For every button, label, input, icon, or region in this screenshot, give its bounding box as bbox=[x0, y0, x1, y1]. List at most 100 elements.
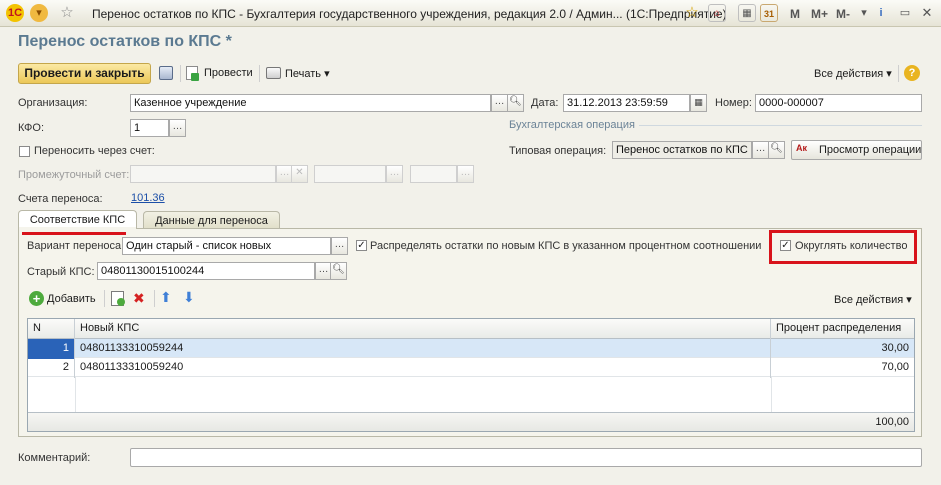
move-down-icon[interactable]: ⬇ bbox=[183, 289, 195, 306]
operation-type-search-icon[interactable]: 🔍︎ bbox=[768, 141, 785, 159]
print-button[interactable]: Печать ▾ bbox=[285, 67, 330, 80]
table-row[interactable]: 2 04801133310059240 70,00 bbox=[28, 358, 914, 378]
group-divider bbox=[639, 125, 922, 126]
comment-input[interactable] bbox=[130, 448, 922, 467]
percent-total: 100,00 bbox=[875, 416, 909, 428]
organization-search-icon[interactable]: 🔍︎ bbox=[507, 94, 524, 112]
intermediate-account-label: Промежуточный счет: bbox=[18, 169, 130, 181]
table-header: N Новый КПС Процент распределения bbox=[28, 319, 914, 339]
number-label: Номер: bbox=[715, 97, 752, 109]
intermediate-account-clear-button[interactable]: ✕ bbox=[291, 165, 308, 183]
mem-m-button[interactable]: M bbox=[790, 7, 800, 21]
new-kps-cell[interactable]: 04801133310059240 bbox=[75, 358, 771, 378]
intermediate-subconto2-input[interactable] bbox=[410, 165, 457, 183]
mem-plus-button[interactable]: M+ bbox=[811, 7, 828, 21]
delete-icon[interactable]: ✖ bbox=[133, 290, 145, 307]
copy-row-icon[interactable] bbox=[111, 291, 125, 306]
old-kps-label: Старый КПС: bbox=[27, 266, 95, 278]
kfo-select-button[interactable]: … bbox=[169, 119, 186, 137]
add-row-button[interactable]: Добавить bbox=[47, 293, 96, 305]
kfo-input[interactable]: 1 bbox=[130, 119, 169, 137]
menu-dropdown-icon[interactable]: ▾ bbox=[30, 4, 48, 22]
form-title: Перенос остатков по КПС * bbox=[18, 33, 232, 50]
app-logo-icon[interactable]: 1С bbox=[6, 4, 24, 22]
operation-type-label: Типовая операция: bbox=[509, 145, 607, 157]
intermediate-subconto1-select-button[interactable]: … bbox=[386, 165, 403, 183]
grid-all-actions-menu[interactable]: Все действия ▾ bbox=[834, 293, 912, 306]
organization-label: Организация: bbox=[18, 97, 88, 109]
all-actions-menu[interactable]: Все действия ▾ bbox=[814, 67, 892, 80]
new-kps-cell[interactable]: 04801133310059244 bbox=[75, 339, 771, 359]
operation-type-input[interactable]: Перенос остатков по КПС bbox=[612, 141, 752, 159]
print-button-label: Печать bbox=[285, 68, 322, 80]
old-kps-search-icon[interactable]: 🔍︎ bbox=[330, 262, 347, 280]
transfer-accounts-link[interactable]: 101.36 bbox=[131, 192, 165, 204]
comment-label: Комментарий: bbox=[18, 452, 91, 464]
via-account-checkbox[interactable] bbox=[19, 146, 30, 157]
window-title: Перенос остатков по КПС - Бухгалтерия го… bbox=[92, 7, 727, 21]
kps-table[interactable]: N Новый КПС Процент распределения 1 0480… bbox=[27, 318, 915, 432]
column-header-n[interactable]: N bbox=[28, 319, 75, 339]
add-icon[interactable]: + bbox=[29, 291, 44, 306]
column-header-percent[interactable]: Процент распределения bbox=[771, 319, 914, 339]
number-input[interactable]: 0000-000007 bbox=[755, 94, 922, 112]
toolbar-separator bbox=[259, 65, 260, 82]
table-row[interactable]: 1 04801133310059244 30,00 bbox=[28, 339, 914, 359]
intermediate-account-input[interactable] bbox=[130, 165, 276, 183]
calendar-icon[interactable]: 31 bbox=[760, 4, 778, 22]
window-title-bar: 1С ▾ ☆ Перенос остатков по КПС - Бухгалт… bbox=[0, 0, 941, 27]
column-header-new-kps[interactable]: Новый КПС bbox=[75, 319, 771, 339]
toolbar-separator bbox=[104, 290, 105, 307]
transfer-accounts-label: Счета переноса: bbox=[18, 193, 103, 205]
organization-input[interactable]: Казенное учреждение bbox=[130, 94, 491, 112]
transfer-variant-label: Вариант переноса: bbox=[27, 240, 125, 252]
move-up-icon[interactable]: ⬆ bbox=[160, 289, 172, 306]
toolbar-separator bbox=[180, 65, 181, 82]
favorite-icon[interactable]: ☆ bbox=[683, 4, 701, 22]
percent-cell[interactable]: 30,00 bbox=[771, 339, 914, 359]
operation-dt-kt-icon: Aк bbox=[796, 143, 808, 153]
round-quantity-label: Округлять количество bbox=[795, 240, 908, 252]
distribute-percent-checkbox[interactable]: ✓ bbox=[356, 240, 367, 251]
close-icon[interactable]: ✕ bbox=[918, 4, 936, 22]
tab-active-cover bbox=[19, 227, 136, 230]
transfer-variant-select[interactable]: Один старый - список новых bbox=[122, 237, 331, 255]
save-icon[interactable] bbox=[159, 66, 173, 80]
star-icon[interactable]: ☆ bbox=[58, 4, 76, 22]
date-input[interactable]: 31.12.2013 23:59:59 bbox=[563, 94, 690, 112]
view-operation-button[interactable]: Aк Просмотр операции bbox=[791, 140, 922, 160]
window-menu-icon[interactable]: ▾ bbox=[855, 4, 873, 22]
via-account-label: Переносить через счет: bbox=[34, 145, 155, 157]
post-and-close-button[interactable]: Провести и закрыть bbox=[18, 63, 151, 84]
row-number-cell[interactable]: 1 bbox=[28, 339, 75, 359]
post-doc-icon[interactable] bbox=[186, 66, 199, 81]
column-divider bbox=[771, 377, 772, 412]
home-icon[interactable]: ⌂ bbox=[708, 4, 726, 22]
mem-minus-button[interactable]: M- bbox=[836, 7, 850, 21]
grid-all-actions-label: Все действия bbox=[834, 294, 904, 306]
restore-icon[interactable]: ▭ bbox=[896, 4, 914, 22]
operation-type-select-button[interactable]: … bbox=[752, 141, 769, 159]
intermediate-subconto2-select-button[interactable]: … bbox=[457, 165, 474, 183]
info-icon[interactable]: i bbox=[872, 4, 890, 22]
view-operation-label: Просмотр операции bbox=[819, 144, 922, 156]
printer-icon[interactable] bbox=[266, 67, 281, 79]
help-icon[interactable]: ? bbox=[904, 65, 920, 81]
organization-select-button[interactable]: … bbox=[491, 94, 508, 112]
old-kps-input[interactable]: 04801130015100244 bbox=[97, 262, 315, 280]
percent-cell[interactable]: 70,00 bbox=[771, 358, 914, 378]
toolbar-separator bbox=[898, 65, 899, 82]
calculator-icon[interactable]: ▦ bbox=[738, 4, 756, 22]
table-footer: 100,00 bbox=[28, 412, 914, 431]
post-button[interactable]: Провести bbox=[204, 67, 253, 79]
distribute-percent-label: Распределять остатки по новым КПС в указ… bbox=[370, 240, 762, 252]
date-calendar-icon[interactable]: ▦ bbox=[690, 94, 707, 112]
round-quantity-checkbox[interactable]: ✓ bbox=[780, 240, 791, 251]
all-actions-label: Все действия bbox=[814, 68, 884, 80]
intermediate-subconto1-input[interactable] bbox=[314, 165, 386, 183]
date-label: Дата: bbox=[531, 97, 559, 109]
kfo-label: КФО: bbox=[18, 122, 45, 134]
transfer-variant-select-button[interactable]: … bbox=[331, 237, 348, 255]
row-number-cell[interactable]: 2 bbox=[28, 358, 75, 378]
column-divider bbox=[75, 377, 76, 412]
